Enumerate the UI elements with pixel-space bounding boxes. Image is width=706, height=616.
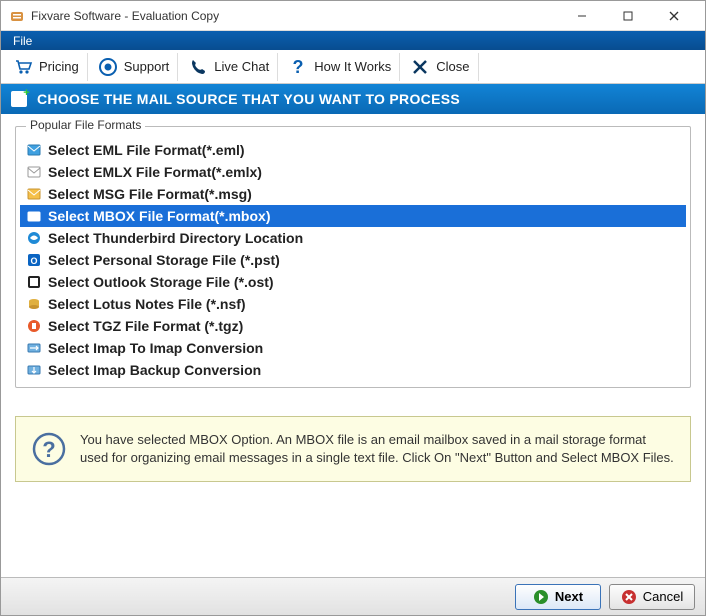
bottom-bar: Next Cancel (1, 577, 705, 615)
format-item-label: Select Thunderbird Directory Location (48, 230, 303, 246)
toolbar-support[interactable]: Support (90, 53, 179, 81)
cart-icon (13, 57, 33, 77)
toolbar-livechat-label: Live Chat (214, 59, 269, 74)
toolbar-pricing-label: Pricing (39, 59, 79, 74)
format-item-label: Select MBOX File Format(*.mbox) (48, 208, 270, 224)
info-text: You have selected MBOX Option. An MBOX f… (80, 431, 674, 467)
next-button-label: Next (555, 589, 583, 604)
format-item-pst[interactable]: O Select Personal Storage File (*.pst) (20, 249, 686, 271)
phone-icon (188, 57, 208, 77)
toolbar: Pricing Support Live Chat ? How It Works… (1, 50, 705, 84)
cancel-x-icon (621, 589, 637, 605)
format-item-label: Select EML File Format(*.eml) (48, 142, 245, 158)
mbox-icon (26, 208, 42, 224)
main-panel: Popular File Formats Select EML File For… (1, 114, 705, 396)
svg-text:O: O (30, 256, 37, 266)
emlx-icon (26, 164, 42, 180)
popular-formats-group: Popular File Formats Select EML File For… (15, 126, 691, 388)
toolbar-support-label: Support (124, 59, 170, 74)
support-icon (98, 57, 118, 77)
format-item-eml[interactable]: Select EML File Format(*.eml) (20, 139, 686, 161)
imap-backup-icon (26, 362, 42, 378)
format-item-label: Select Imap To Imap Conversion (48, 340, 263, 356)
toolbar-howitworks[interactable]: ? How It Works (280, 53, 400, 81)
toolbar-livechat[interactable]: Live Chat (180, 53, 278, 81)
close-icon (410, 57, 430, 77)
info-box: ? You have selected MBOX Option. An MBOX… (15, 416, 691, 482)
format-item-label: Select TGZ File Format (*.tgz) (48, 318, 243, 334)
pst-icon: O (26, 252, 42, 268)
format-item-tgz[interactable]: Select TGZ File Format (*.tgz) (20, 315, 686, 337)
svg-text:?: ? (42, 437, 55, 462)
maximize-button[interactable] (605, 1, 651, 31)
format-item-imap-backup[interactable]: Select Imap Backup Conversion (20, 359, 686, 381)
toolbar-close-label: Close (436, 59, 469, 74)
instruction-bar: CHOOSE THE MAIL SOURCE THAT YOU WANT TO … (1, 84, 705, 114)
toolbar-pricing[interactable]: Pricing (5, 53, 88, 81)
imap-icon (26, 340, 42, 356)
format-item-imap[interactable]: Select Imap To Imap Conversion (20, 337, 686, 359)
format-item-label: Select EMLX File Format(*.emlx) (48, 164, 262, 180)
toolbar-howitworks-label: How It Works (314, 59, 391, 74)
cancel-button-label: Cancel (643, 589, 683, 604)
instruction-text: CHOOSE THE MAIL SOURCE THAT YOU WANT TO … (37, 91, 460, 107)
format-list: Select EML File Format(*.eml) Select EMLX… (20, 139, 686, 381)
cancel-button[interactable]: Cancel (609, 584, 695, 610)
format-item-label: Select Imap Backup Conversion (48, 362, 261, 378)
question-icon: ? (288, 57, 308, 77)
app-icon (9, 8, 25, 24)
title-bar: Fixvare Software - Evaluation Copy (1, 1, 705, 31)
next-button[interactable]: Next (515, 584, 601, 610)
format-item-label: Select Outlook Storage File (*.ost) (48, 274, 274, 290)
format-item-label: Select MSG File Format(*.msg) (48, 186, 252, 202)
thunderbird-icon (26, 230, 42, 246)
nsf-icon (26, 296, 42, 312)
toolbar-close[interactable]: Close (402, 53, 478, 81)
svg-text:?: ? (293, 57, 304, 77)
format-item-nsf[interactable]: Select Lotus Notes File (*.nsf) (20, 293, 686, 315)
format-item-msg[interactable]: Select MSG File Format(*.msg) (20, 183, 686, 205)
menu-file[interactable]: File (7, 34, 38, 48)
window-title: Fixvare Software - Evaluation Copy (31, 9, 559, 23)
ost-icon (26, 274, 42, 290)
close-window-button[interactable] (651, 1, 697, 31)
next-arrow-icon (533, 589, 549, 605)
format-item-label: Select Personal Storage File (*.pst) (48, 252, 280, 268)
tgz-icon (26, 318, 42, 334)
document-add-icon (11, 91, 27, 107)
format-item-ost[interactable]: Select Outlook Storage File (*.ost) (20, 271, 686, 293)
minimize-button[interactable] (559, 1, 605, 31)
format-item-emlx[interactable]: Select EMLX File Format(*.emlx) (20, 161, 686, 183)
info-icon: ? (32, 432, 66, 466)
group-legend: Popular File Formats (26, 118, 145, 132)
msg-icon (26, 186, 42, 202)
format-item-label: Select Lotus Notes File (*.nsf) (48, 296, 246, 312)
format-item-mbox[interactable]: Select MBOX File Format(*.mbox) (20, 205, 686, 227)
eml-icon (26, 142, 42, 158)
format-item-thunderbird[interactable]: Select Thunderbird Directory Location (20, 227, 686, 249)
menu-bar: File (1, 31, 705, 50)
